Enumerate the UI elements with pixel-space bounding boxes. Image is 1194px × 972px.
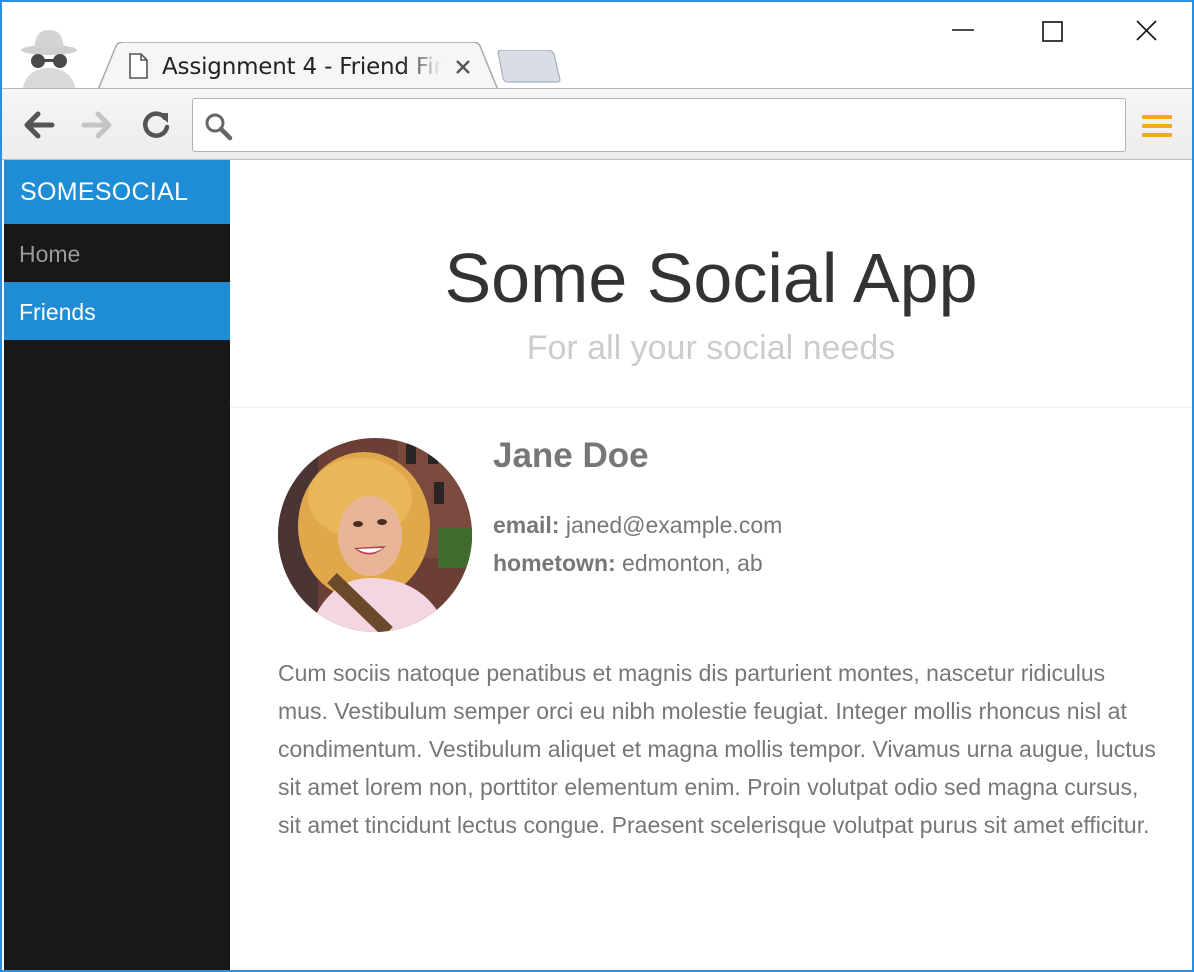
- browser-window: Assignment 4 - Friend Finder: [0, 0, 1194, 972]
- page-header: Some Social App For all your social need…: [230, 160, 1192, 408]
- forward-arrow-icon[interactable]: [78, 107, 118, 143]
- maximize-icon[interactable]: [1028, 12, 1078, 52]
- search-icon: [205, 113, 233, 141]
- page-title: Some Social App: [444, 239, 978, 317]
- tab-assignment-4[interactable]: Assignment 4 - Friend Finder: [98, 42, 498, 90]
- hometown-value: edmonton, ab: [622, 550, 763, 576]
- reload-icon[interactable]: [136, 107, 176, 143]
- profile-details: email: janed@example.com hometown: edmon…: [493, 506, 1093, 582]
- address-input[interactable]: [241, 107, 1111, 143]
- avatar: [278, 438, 472, 632]
- back-arrow-icon[interactable]: [20, 107, 60, 143]
- email-label: email:: [493, 512, 560, 538]
- brand-link[interactable]: SOMESOCIAL: [4, 160, 230, 224]
- avatar-photo: [278, 438, 472, 632]
- close-icon[interactable]: [452, 56, 474, 78]
- window-close-icon[interactable]: [1122, 12, 1172, 52]
- browser-toolbar: [2, 88, 1192, 160]
- incognito-icon: [21, 30, 77, 92]
- sidebar-item-friends[interactable]: Friends: [4, 282, 230, 340]
- profile-info: Jane Doe email: janed@example.com hometo…: [493, 438, 1093, 582]
- hamburger-menu-icon[interactable]: [1140, 111, 1174, 141]
- email-value: janed@example.com: [565, 512, 783, 538]
- profile-bio: Cum sociis natoque penatibus et magnis d…: [278, 660, 1156, 838]
- page-icon: [129, 53, 148, 79]
- page-content: SOMESOCIAL Home Friends Some Social App …: [4, 160, 1192, 970]
- hometown-label: hometown:: [493, 550, 616, 576]
- tab-title: Assignment 4 - Friend Finder: [162, 54, 442, 80]
- profile-name: Jane Doe: [493, 436, 649, 475]
- sidebar-item-home[interactable]: Home: [4, 224, 230, 282]
- new-tab-button[interactable]: [496, 50, 562, 84]
- title-bar: Assignment 4 - Friend Finder: [2, 2, 1192, 92]
- email-row: email: janed@example.com: [493, 506, 1093, 544]
- page-subtitle: For all your social needs: [526, 329, 896, 367]
- hometown-row: hometown: edmonton, ab: [493, 544, 1093, 582]
- minimize-icon[interactable]: [938, 12, 988, 52]
- sidebar: SOMESOCIAL Home Friends: [4, 160, 230, 970]
- address-bar[interactable]: [192, 98, 1126, 152]
- main-content: Some Social App For all your social need…: [230, 160, 1192, 970]
